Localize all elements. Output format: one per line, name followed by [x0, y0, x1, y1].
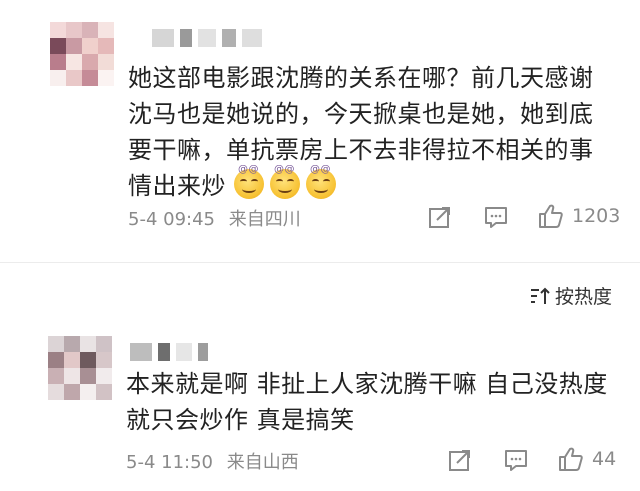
dizzy-smirk-emoji: @@ — [270, 165, 300, 199]
share-icon — [449, 450, 470, 471]
username-blurred[interactable] — [130, 342, 208, 362]
comment-text: 她这部电影跟沈腾的关系在哪？前几天感谢 沈马也是她说的，今天掀桌也是她，她到底 … — [128, 60, 594, 204]
comment-text-line: 就只会炒作 真是搞笑 — [126, 406, 355, 434]
comment-text-line: 本来就是啊 非扯上人家沈腾干嘛 自己没热度 — [126, 370, 608, 398]
thumbs-up-icon — [559, 447, 583, 471]
comment-location: 来自山西 — [226, 452, 299, 473]
comment-icon — [485, 207, 507, 228]
avatar[interactable] — [48, 336, 112, 400]
like-button[interactable]: 1203 — [538, 203, 620, 229]
share-button[interactable] — [428, 205, 452, 229]
comment-text-line: 她这部电影跟沈腾的关系在哪？前几天感谢 — [128, 64, 594, 92]
comment-text-line: 要干嘛，单抗票房上不去非得拉不相关的事 — [128, 136, 594, 164]
dizzy-smirk-emoji: @@ — [306, 165, 336, 199]
sort-label: 按热度 — [554, 286, 612, 308]
comment-button[interactable] — [504, 448, 528, 472]
comment-time: 5-4 11:50 — [126, 452, 213, 473]
comment-text: 本来就是啊 非扯上人家沈腾干嘛 自己没热度 就只会炒作 真是搞笑 — [126, 366, 608, 438]
share-button[interactable] — [448, 448, 472, 472]
comment-time: 5-4 09:45 — [128, 209, 215, 230]
dizzy-smirk-emoji: @@ — [234, 165, 264, 199]
avatar[interactable] — [50, 22, 114, 86]
comment-icon — [505, 450, 527, 471]
divider — [0, 262, 640, 263]
sort-icon — [530, 287, 550, 304]
comment-item: 她这部电影跟沈腾的关系在哪？前几天感谢 沈马也是她说的，今天掀桌也是她，她到底 … — [0, 0, 640, 262]
share-icon — [429, 207, 450, 228]
comment-text-line: 沈马也是她说的，今天掀桌也是她，她到底 — [128, 100, 594, 128]
like-count: 1203 — [572, 205, 621, 227]
like-button[interactable]: 44 — [558, 446, 616, 472]
username-blurred[interactable] — [152, 28, 262, 48]
sort-by-hotness-button[interactable]: 按热度 — [529, 282, 612, 309]
comment-location: 来自四川 — [228, 209, 301, 230]
like-count: 44 — [592, 448, 617, 470]
comment-meta: 5-4 11:50 来自山西 — [126, 448, 307, 474]
comment-item: 本来就是啊 非扯上人家沈腾干嘛 自己没热度 就只会炒作 真是搞笑 5-4 11:… — [0, 320, 640, 491]
thumbs-up-icon — [539, 204, 563, 228]
comment-button[interactable] — [484, 205, 508, 229]
comment-meta: 5-4 09:45 来自四川 — [128, 205, 309, 231]
comment-text-line-last: 情出来炒 @@ @@ @@ — [128, 165, 594, 204]
